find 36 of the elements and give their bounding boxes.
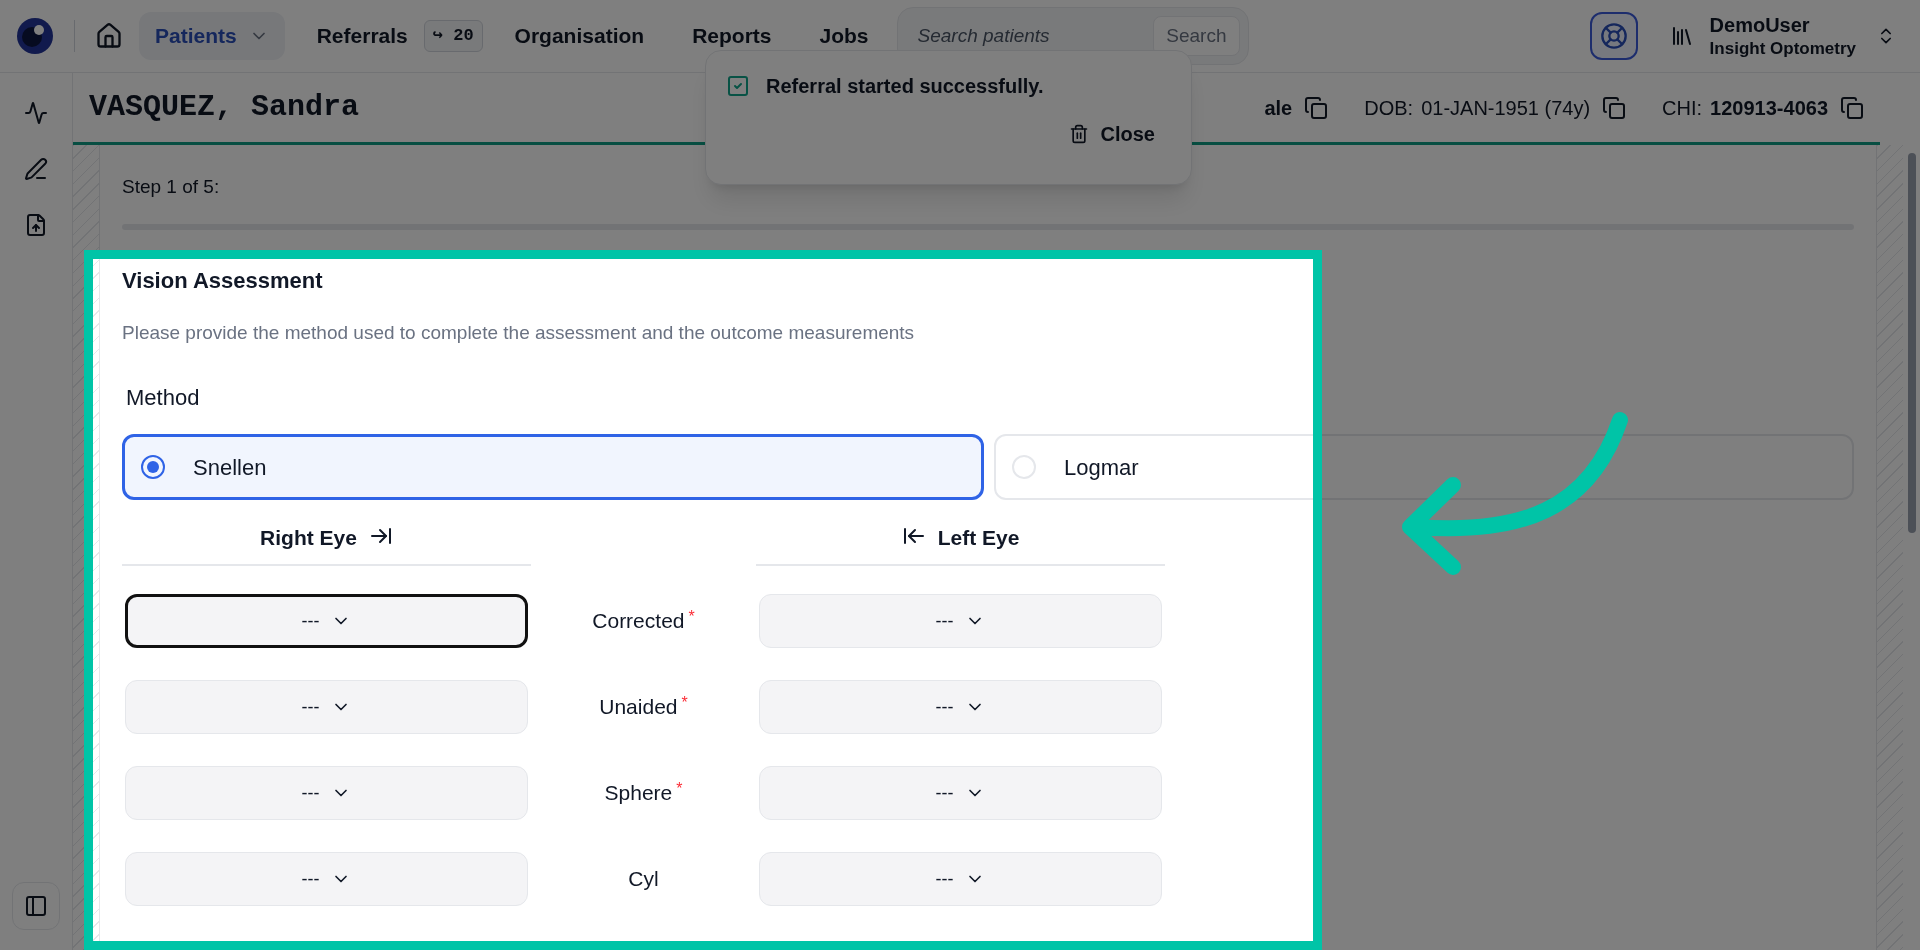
search-input[interactable]: Search patients [917, 21, 1154, 51]
dropdown-select[interactable]: --- [759, 594, 1162, 648]
method-label: Method [126, 384, 201, 412]
measurement-label: Sphere * [604, 779, 683, 807]
dropdown-select[interactable]: --- [125, 680, 528, 734]
dropdown-select[interactable]: --- [759, 680, 1162, 734]
measurement-label: Unaided * [599, 693, 688, 721]
patient-sex: ale [1264, 95, 1293, 121]
column-heading: Right Eye [260, 525, 357, 551]
chi-label: CHI: [1662, 95, 1703, 121]
nav-tab[interactable]: Jobs [803, 12, 885, 60]
method-option[interactable]: Snellen [122, 434, 984, 500]
dropdown-select[interactable]: --- [125, 766, 528, 820]
user-name: DemoUser [1709, 12, 1811, 38]
patient-name: VASQUEZ, Sandra [89, 89, 360, 126]
dropdown-select[interactable]: --- [759, 852, 1162, 906]
radio-button [1012, 455, 1036, 479]
nav-tab[interactable]: Reports [676, 12, 788, 60]
close-button[interactable]: Close [1068, 119, 1155, 149]
measurement-label: Corrected * [592, 607, 695, 635]
dob-value: 01-JAN-1951 (74y) [1421, 95, 1591, 121]
dropdown-select[interactable]: --- [125, 594, 528, 648]
nav-tab[interactable]: Organisation [498, 12, 661, 60]
dob-label: DOB: [1364, 95, 1414, 121]
radio-button [141, 455, 165, 479]
toast-message: Referral started successfully. [766, 74, 1044, 99]
step-indicator: Step 1 of 5: [122, 175, 221, 199]
organisation-name: Insight Optometry [1709, 37, 1856, 60]
section-title: Vision Assessment [122, 266, 324, 295]
dropdown-select[interactable]: --- [759, 766, 1162, 820]
section-description: Please provide the method used to complete the assessment and the outcome measurements [122, 320, 916, 345]
nav-tab[interactable]: Referrals [300, 12, 424, 60]
dropdown-select[interactable]: --- [125, 852, 528, 906]
measurement-label: Cyl [628, 866, 659, 893]
column-heading: Left Eye [937, 525, 1020, 551]
chi-value: 120913-4063 [1710, 95, 1828, 121]
